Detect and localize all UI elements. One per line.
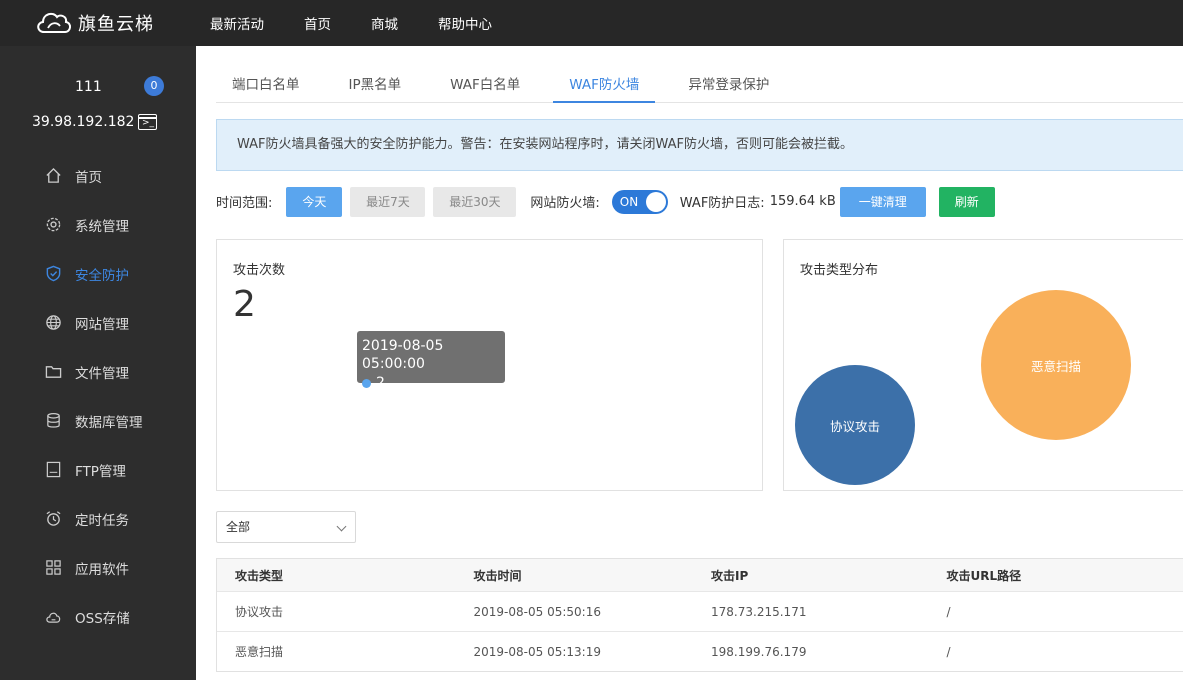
waf-toolbar: 时间范围: 今天 最近7天 最近30天 网站防火墙: ON WAF防护日志: 1… (216, 186, 1183, 217)
topnav-item-home[interactable]: 首页 (304, 13, 331, 33)
refresh-button[interactable]: 刷新 (938, 186, 995, 217)
top-bar: 旗鱼云梯 最新活动 首页 商城 帮助中心 (0, 0, 1183, 46)
firewall-toggle[interactable]: ON (611, 189, 668, 214)
sidebar-item-database[interactable]: 数据库管理 (0, 396, 196, 445)
topnav-item-store[interactable]: 商城 (371, 13, 398, 33)
sidebar: 111 0 39.98.192.182 >_ 首页 系统管理 安全防护 网站管理… (0, 46, 196, 680)
sidebar-item-label: 数据库管理 (75, 414, 143, 431)
range-7days-button[interactable]: 最近7天 (350, 186, 426, 217)
sidebar-item-website[interactable]: 网站管理 (0, 298, 196, 347)
sidebar-item-files[interactable]: 文件管理 (0, 347, 196, 396)
cell-attack-url: / (946, 604, 951, 619)
attack-log-table: 攻击类型 攻击时间 攻击IP 攻击URL路径 协议攻击 2019-08-05 0… (216, 558, 1183, 672)
table-row: 恶意扫描 2019-08-05 05:13:19 198.199.76.179 … (217, 631, 1183, 671)
sidebar-item-label: 定时任务 (75, 512, 129, 529)
topnav-item-activities[interactable]: 最新活动 (210, 13, 264, 33)
table-row: 协议攻击 2019-08-05 05:50:16 178.73.215.171 … (217, 591, 1183, 631)
range-today-button[interactable]: 今天 (286, 186, 343, 217)
sidebar-item-label: 应用软件 (75, 561, 129, 578)
cell-attack-url: / (946, 644, 951, 659)
clean-log-button[interactable]: 一键清理 (839, 186, 926, 217)
sidebar-item-label: 首页 (75, 169, 102, 186)
side-menu: 首页 系统管理 安全防护 网站管理 文件管理 数据库管理 FTP管理 定时任务 … (0, 151, 196, 641)
column-header: 攻击IP (711, 568, 749, 583)
waf-log-size: 159.64 kB (769, 194, 836, 209)
database-icon (44, 412, 62, 430)
bubble-malicious-scan[interactable]: 恶意扫描 (981, 290, 1131, 440)
attack-type-filter[interactable]: 全部 (216, 511, 356, 543)
shield-icon (44, 265, 62, 283)
sidebar-item-label: 网站管理 (75, 316, 129, 333)
tab-port-whitelist[interactable]: 端口白名单 (216, 72, 316, 103)
sidebar-item-label: 系统管理 (75, 218, 129, 235)
alarm-clock-icon (44, 510, 62, 528)
gear-icon (44, 216, 62, 234)
home-icon (44, 167, 62, 185)
folder-icon (44, 363, 62, 381)
sidebar-item-oss[interactable]: OSS存储 (0, 592, 196, 641)
toggle-state-text: ON (619, 194, 639, 209)
cell-attack-ip: 198.199.76.179 (711, 644, 807, 659)
top-nav: 最新活动 首页 商城 帮助中心 (210, 13, 532, 33)
table-header-row: 攻击类型 攻击时间 攻击IP 攻击URL路径 (217, 559, 1183, 591)
sidebar-item-label: OSS存储 (75, 610, 130, 627)
cell-attack-type: 协议攻击 (235, 605, 284, 619)
apps-grid-icon (44, 559, 62, 577)
ftp-icon (44, 461, 62, 479)
message-badge[interactable]: 0 (144, 76, 164, 96)
logo[interactable]: 旗鱼云梯 (34, 8, 210, 38)
sidebar-item-label: FTP管理 (75, 463, 126, 480)
cell-attack-time: 2019-08-05 05:13:19 (473, 644, 601, 659)
tooltip-date: 2019-08-05 05:00:00 (362, 338, 444, 372)
security-tabs: 端口白名单 IP黑名单 WAF白名单 WAF防火墙 异常登录保护 (216, 72, 1183, 103)
tab-waf-whitelist[interactable]: WAF白名单 (434, 72, 536, 103)
server-ip: 39.98.192.182 (32, 114, 135, 130)
series-dot (362, 378, 371, 388)
cell-attack-time: 2019-08-05 05:50:16 (473, 604, 601, 619)
cell-attack-type: 恶意扫描 (235, 645, 284, 659)
firewall-label: 网站防火墙: (530, 196, 600, 211)
tooltip-value: 2 (376, 375, 385, 391)
waf-log-label: WAF防护日志: (679, 196, 765, 211)
range-30days-button[interactable]: 最近30天 (433, 186, 517, 217)
bubble-label: 协议攻击 (829, 418, 880, 434)
chart-tooltip: 2019-08-05 05:00:00 2 (357, 331, 505, 391)
cloud-logo-icon (37, 12, 71, 33)
sidebar-item-system[interactable]: 系统管理 (0, 200, 196, 249)
terminal-icon[interactable]: >_ (138, 114, 157, 130)
tab-login-protection[interactable]: 异常登录保护 (672, 72, 785, 103)
bubble-protocol-attack[interactable]: 协议攻击 (795, 365, 915, 485)
sidebar-item-ftp[interactable]: FTP管理 (0, 445, 196, 494)
tab-waf-firewall[interactable]: WAF防火墙 (553, 72, 656, 103)
bubble-label: 恶意扫描 (1030, 358, 1081, 374)
column-header: 攻击URL路径 (946, 568, 1022, 583)
sidebar-item-cron[interactable]: 定时任务 (0, 494, 196, 543)
sidebar-item-label: 文件管理 (75, 365, 129, 382)
sidebar-item-security[interactable]: 安全防护 (0, 249, 196, 298)
main-content: 端口白名单 IP黑名单 WAF白名单 WAF防火墙 异常登录保护 WAF防火墙具… (196, 46, 1183, 680)
cell-attack-ip: 178.73.215.171 (711, 604, 807, 619)
sidebar-item-home[interactable]: 首页 (0, 151, 196, 200)
attack-count-value: 2 (233, 284, 256, 325)
tab-ip-blacklist[interactable]: IP黑名单 (333, 72, 418, 103)
column-header: 攻击类型 (235, 568, 284, 583)
tooltip-value-row: 2 (362, 373, 505, 393)
time-range-label: 时间范围: (216, 196, 273, 211)
globe-icon (44, 314, 62, 332)
chevron-down-icon (336, 521, 347, 532)
waf-notice: WAF防火墙具备强大的安全防护能力。警告：在安装网站程序时，请关闭WAF防火墙，… (216, 119, 1183, 171)
topnav-item-help[interactable]: 帮助中心 (438, 13, 492, 33)
attack-count-card: 攻击次数 2 2019-08-05 05:00:00 2 (216, 239, 763, 491)
cloud-storage-icon (44, 608, 62, 626)
filter-value: 全部 (226, 520, 251, 534)
user-name: 111 (75, 79, 102, 95)
sidebar-item-apps[interactable]: 应用软件 (0, 543, 196, 592)
attack-type-card: 攻击类型分布 协议攻击 恶意扫描 (783, 239, 1183, 491)
sidebar-item-label: 安全防护 (75, 267, 129, 284)
attack-count-title: 攻击次数 (233, 263, 286, 278)
column-header: 攻击时间 (473, 568, 522, 583)
toggle-knob (645, 191, 666, 212)
brand-name: 旗鱼云梯 (78, 14, 154, 35)
attack-type-title: 攻击类型分布 (800, 263, 879, 278)
